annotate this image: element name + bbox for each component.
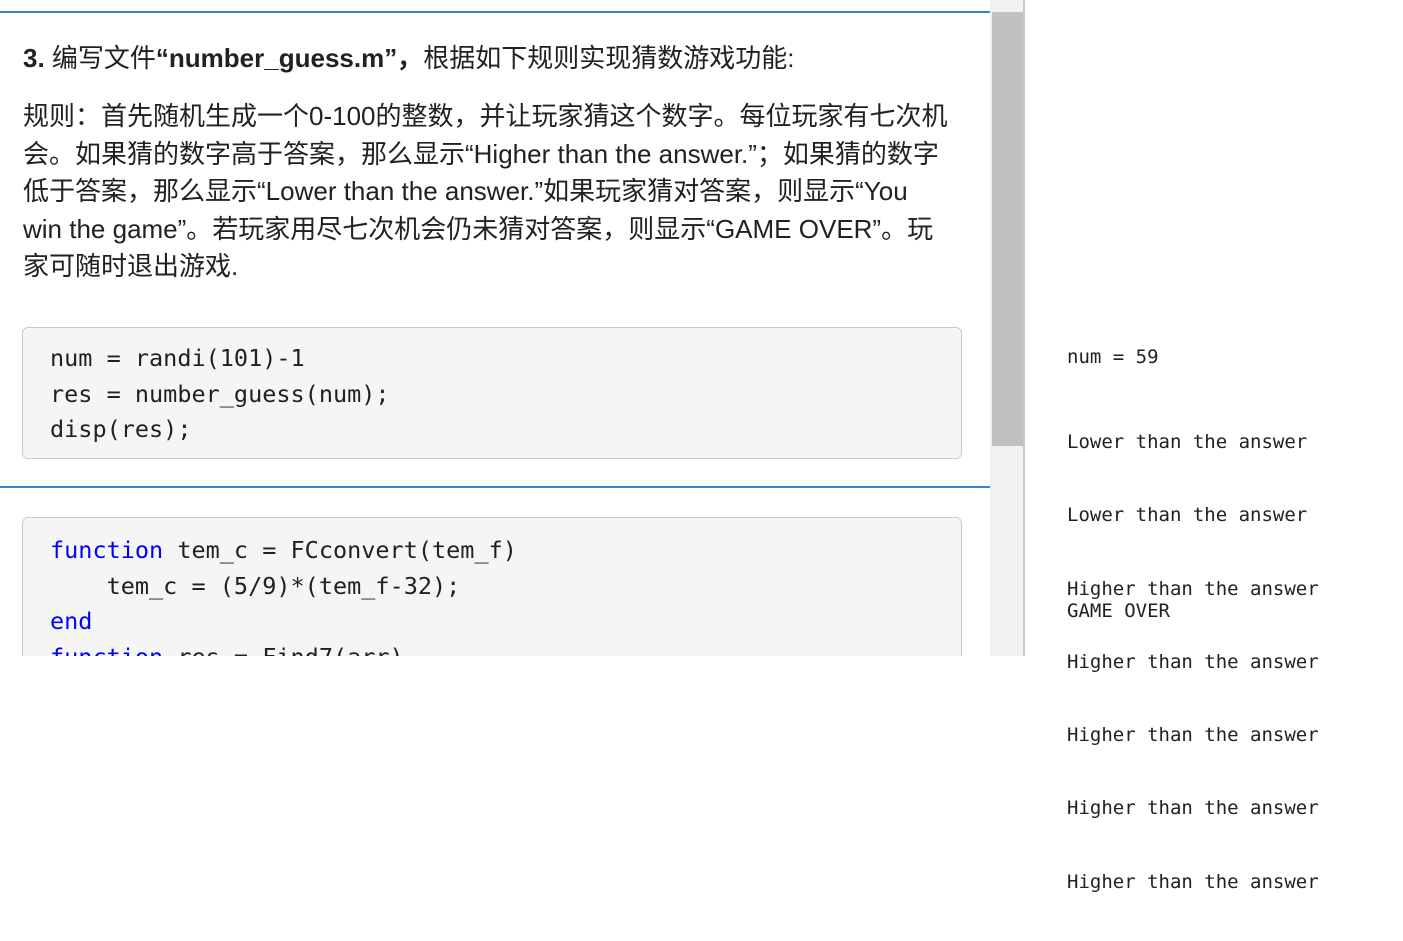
code-text: tem_c = (5/9)*(tem_f-32); [50,571,461,600]
output-game-over: GAME OVER [1067,600,1170,622]
code-line[interactable]: function res = Find7(arr) [50,640,961,657]
task-filename: “number_guess.m”， [155,43,424,73]
code-line[interactable]: tem_c = (5/9)*(tem_f-32); [50,569,961,605]
output-pane: num = 59 Lower than the answer Lower tha… [1027,0,1403,893]
output-line: Lower than the answer [1067,504,1308,527]
task-suffix: 根据如下规则实现猜数游戏功能: [423,43,795,73]
cell-separator-middle [0,486,990,488]
cell-separator-top [0,11,990,13]
task-heading: 3. 编写文件“number_guess.m”，根据如下规则实现猜数游戏功能: [23,40,963,76]
output-line: Higher than the answer [1067,870,1319,893]
output-feedback-list: Lower than the answer Lower than the ans… [1067,384,1319,941]
scrollbar-thumb[interactable] [992,12,1023,446]
keyword: end [50,607,93,635]
keyword: function [50,643,163,657]
output-line: Higher than the answer [1067,797,1319,820]
output-line: Higher than the answer [1067,650,1319,673]
code-line[interactable]: num = randi(101)-1 [50,341,961,377]
code-text: res = Find7(arr) [163,643,403,657]
output-line: Lower than the answer [1067,431,1308,453]
vertical-scrollbar[interactable] [990,0,1025,656]
code-text: tem_c = FCconvert(tem_f) [163,536,517,564]
output-num-line: num = 59 [1067,346,1159,368]
code-line[interactable]: disp(res); [50,412,961,448]
output-line: Higher than the answer [1067,724,1319,747]
keyword: function [50,536,164,564]
code-line[interactable]: res = number_guess(num); [50,377,961,413]
rules-paragraph: 规则：首先随机生成一个0-100的整数，并让玩家猜这个数字。每位玩家有七次机会。… [23,101,948,281]
task-number: 3. [23,43,45,73]
code-line[interactable]: end [50,604,961,640]
live-script-pane[interactable]: 3. 编写文件“number_guess.m”，根据如下规则实现猜数游戏功能: … [0,0,990,656]
task-prefix: 编写文件 [44,43,156,73]
code-block-2[interactable]: function tem_c = FCconvert(tem_f) tem_c … [22,517,962,656]
code-line[interactable]: function tem_c = FCconvert(tem_f) [50,533,961,569]
code-block-1[interactable]: num = randi(101)-1 res = number_guess(nu… [22,327,962,459]
